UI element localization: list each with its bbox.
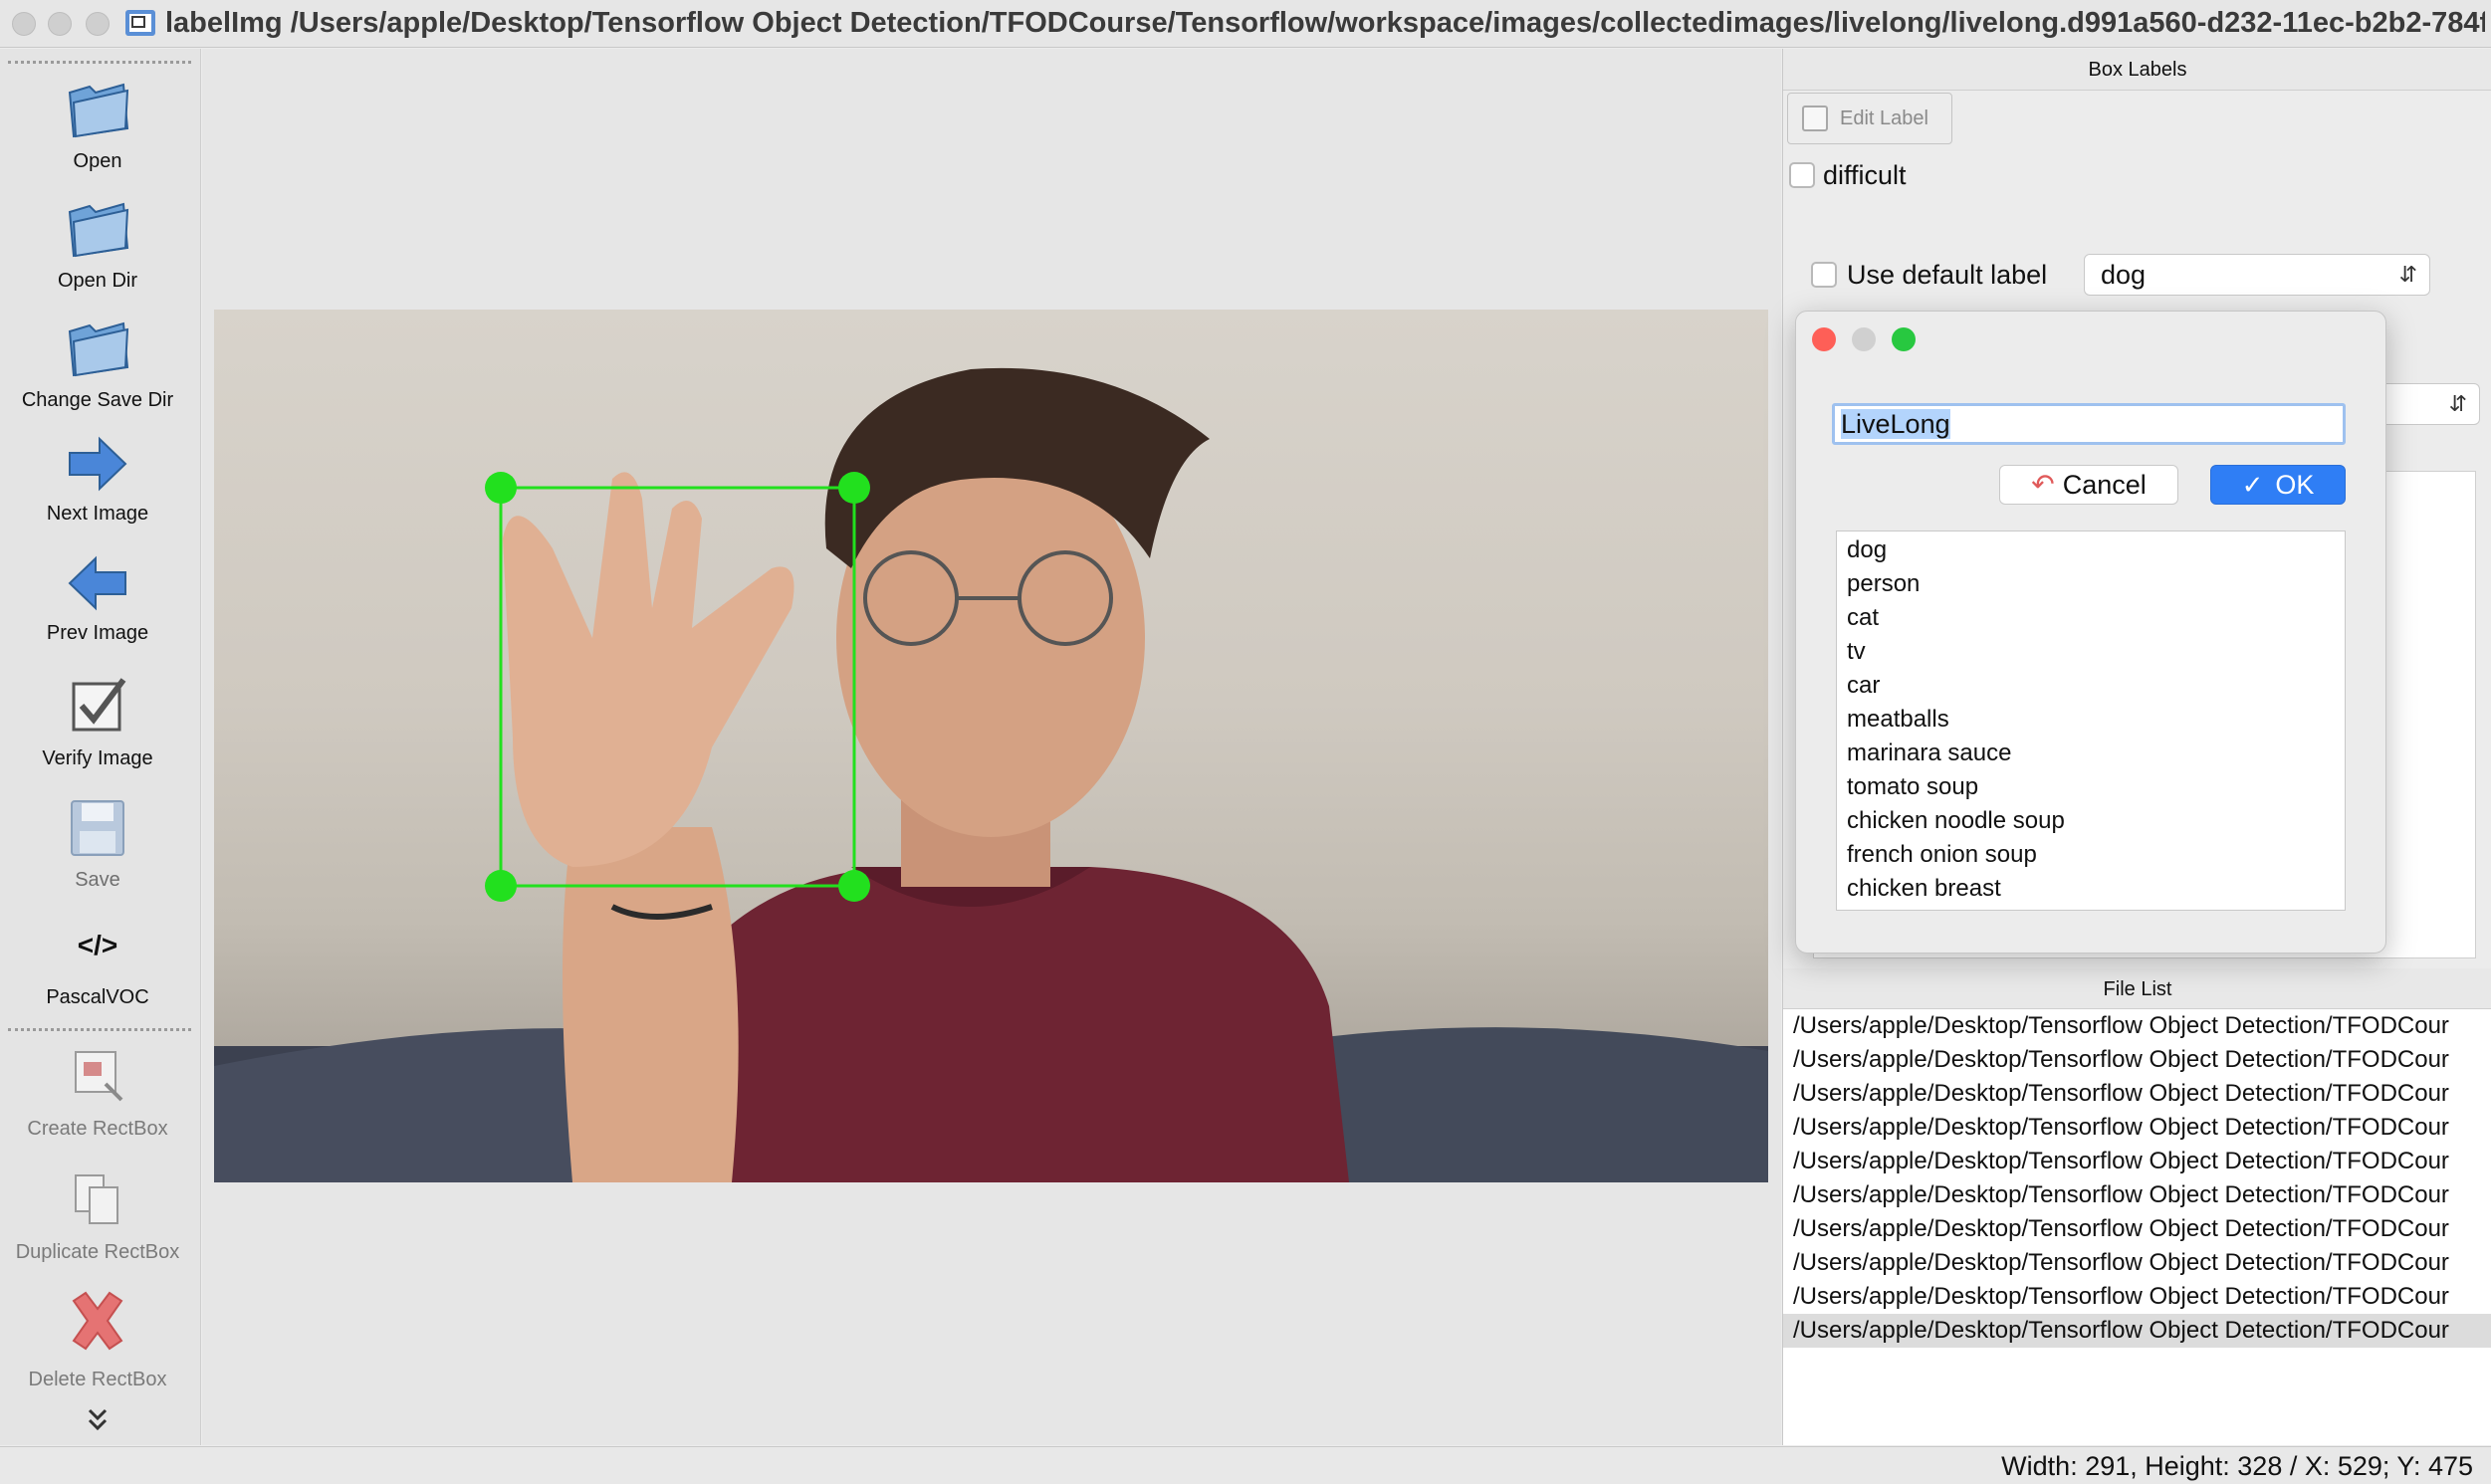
edit-label-button[interactable]: Edit Label xyxy=(1787,93,1952,144)
checkmark-icon: ✓ xyxy=(2241,470,2264,500)
prev-image-label: Prev Image xyxy=(46,622,149,644)
create-rectbox-label: Create RectBox xyxy=(27,1118,168,1140)
file-list-item[interactable]: /Users/apple/Desktop/Tensorflow Object D… xyxy=(1783,1077,2491,1111)
save-label: Save xyxy=(75,869,120,891)
labelimg-app-icon xyxy=(125,10,155,36)
next-image-button[interactable]: Next Image xyxy=(0,431,195,526)
format-label: PascalVOC xyxy=(46,986,149,1008)
select-updown-icon-2: ⇵ xyxy=(2448,391,2467,416)
image-canvas[interactable] xyxy=(202,49,1781,1445)
dialog-minimize-button[interactable] xyxy=(1852,327,1876,351)
label-option[interactable]: tomato soup xyxy=(1837,770,2345,804)
use-default-label-checkbox[interactable] xyxy=(1811,262,1837,288)
right-arrow-icon xyxy=(69,436,127,492)
status-bar: Width: 291, Height: 328 / X: 529; Y: 475 xyxy=(0,1446,2491,1484)
file-list-item[interactable]: /Users/apple/Desktop/Tensorflow Object D… xyxy=(1783,1111,2491,1145)
open-folder-icon xyxy=(68,83,129,138)
format-toggle-button[interactable]: </> PascalVOC xyxy=(0,921,195,1009)
label-suggestion-list[interactable]: dog person cat tv car meatballs marinara… xyxy=(1836,530,2346,911)
duplicate-rectbox-icon xyxy=(75,1174,118,1224)
code-tag-icon: </> xyxy=(78,930,117,960)
file-list-item[interactable]: /Users/apple/Desktop/Tensorflow Object D… xyxy=(1783,1212,2491,1246)
label-option[interactable]: chicken noodle soup xyxy=(1837,804,2345,838)
use-default-label-text: Use default label xyxy=(1847,260,2048,290)
label-option[interactable]: chicken breast xyxy=(1837,872,2345,906)
difficult-label: difficult xyxy=(1823,160,1907,190)
toolbar: Open Open Dir Change Save Dir Next Image… xyxy=(0,49,201,1445)
change-save-dir-label: Change Save Dir xyxy=(21,389,174,411)
file-list[interactable]: /Users/apple/Desktop/Tensorflow Object D… xyxy=(1783,1008,2491,1445)
toolbar-grip[interactable] xyxy=(8,61,191,64)
toolbar-more-button[interactable] xyxy=(0,1406,195,1436)
open-label: Open xyxy=(73,150,122,172)
checkbox-check-icon xyxy=(72,678,126,732)
edit-label-text: Edit Label xyxy=(1840,107,1928,129)
dialog-maximize-button[interactable] xyxy=(1892,327,1916,351)
label-option[interactable]: dog xyxy=(1837,533,2345,567)
dialog-close-button[interactable] xyxy=(1812,327,1836,351)
box-labels-title: Box Labels xyxy=(1783,49,2491,91)
double-chevron-down-icon xyxy=(88,1408,108,1431)
file-list-item[interactable]: /Users/apple/Desktop/Tensorflow Object D… xyxy=(1783,1280,2491,1314)
open-dir-button[interactable]: Open Dir xyxy=(0,192,195,293)
file-list-title: File List xyxy=(1783,968,2491,1010)
undo-arrow-icon: ↶ xyxy=(2031,469,2055,500)
svg-text:</>: </> xyxy=(78,930,117,960)
label-name-input[interactable]: LiveLong xyxy=(1832,403,2346,445)
duplicate-rectbox-label: Duplicate RectBox xyxy=(15,1241,180,1263)
file-list-item[interactable]: /Users/apple/Desktop/Tensorflow Object D… xyxy=(1783,1145,2491,1178)
status-text: Width: 291, Height: 328 / X: 529; Y: 475 xyxy=(2001,1451,2473,1481)
toolbar-separator xyxy=(8,1028,191,1031)
open-button[interactable]: Open xyxy=(0,73,195,173)
file-list-item-selected[interactable]: /Users/apple/Desktop/Tensorflow Object D… xyxy=(1783,1314,2491,1348)
verify-image-button[interactable]: Verify Image xyxy=(0,672,195,770)
label-option[interactable]: meatballs xyxy=(1837,703,2345,737)
left-arrow-icon xyxy=(68,555,126,611)
file-list-item[interactable]: /Users/apple/Desktop/Tensorflow Object D… xyxy=(1783,1178,2491,1212)
annotated-photo[interactable] xyxy=(214,310,1768,1182)
window-minimize-button[interactable] xyxy=(48,12,72,36)
label-option[interactable]: person xyxy=(1837,567,2345,601)
file-list-item[interactable]: /Users/apple/Desktop/Tensorflow Object D… xyxy=(1783,1246,2491,1280)
label-option[interactable]: tv xyxy=(1837,635,2345,669)
create-rectbox-icon xyxy=(75,1051,123,1102)
open-dir-folder-icon xyxy=(68,202,129,258)
label-option[interactable]: marinara sauce xyxy=(1837,737,2345,770)
save-button[interactable]: Save xyxy=(0,793,195,892)
delete-rectbox-label: Delete RectBox xyxy=(28,1369,167,1390)
prev-image-button[interactable]: Prev Image xyxy=(0,550,195,645)
duplicate-rectbox-button[interactable]: Duplicate RectBox xyxy=(0,1164,195,1264)
label-option[interactable]: cat xyxy=(1837,601,2345,635)
delete-x-icon xyxy=(72,1291,123,1351)
difficult-checkbox[interactable] xyxy=(1789,162,1815,188)
label-dialog: LiveLong ↶ Cancel ✓ OK dog person cat tv c… xyxy=(1795,311,2386,954)
select-updown-icon: ⇵ xyxy=(2398,262,2417,287)
delete-rectbox-button[interactable]: Delete RectBox xyxy=(0,1283,195,1391)
change-save-dir-button[interactable]: Change Save Dir xyxy=(0,312,195,412)
window-title-bar: labelImg /Users/apple/Desktop/Tensorflow… xyxy=(0,0,2491,48)
open-dir-label: Open Dir xyxy=(57,270,138,292)
label-name-value: LiveLong xyxy=(1841,409,1950,439)
window-close-button[interactable] xyxy=(12,12,36,36)
default-label-value: dog xyxy=(2101,260,2147,290)
file-list-item[interactable]: /Users/apple/Desktop/Tensorflow Object D… xyxy=(1783,1009,2491,1043)
cancel-button[interactable]: ↶ Cancel xyxy=(1999,465,2178,505)
edit-pencil-icon xyxy=(1802,106,1828,131)
window-maximize-button[interactable] xyxy=(86,12,110,36)
file-list-item[interactable]: /Users/apple/Desktop/Tensorflow Object D… xyxy=(1783,1043,2491,1077)
create-rectbox-button[interactable]: Create RectBox xyxy=(0,1040,195,1141)
default-label-select[interactable]: dog ⇵ xyxy=(2084,254,2430,296)
window-title: labelImg /Users/apple/Desktop/Tensorflow… xyxy=(165,7,2485,39)
ok-label: OK xyxy=(2275,470,2315,500)
photo-scene xyxy=(214,367,1768,1182)
label-option[interactable]: car xyxy=(1837,669,2345,703)
verify-image-label: Verify Image xyxy=(42,747,153,769)
ok-button[interactable]: ✓ OK xyxy=(2210,465,2346,505)
change-save-dir-folder-icon xyxy=(68,321,129,377)
next-image-label: Next Image xyxy=(46,503,149,525)
cancel-label: Cancel xyxy=(2062,470,2147,500)
label-option[interactable]: french onion soup xyxy=(1837,838,2345,872)
floppy-disk-icon xyxy=(71,800,124,856)
